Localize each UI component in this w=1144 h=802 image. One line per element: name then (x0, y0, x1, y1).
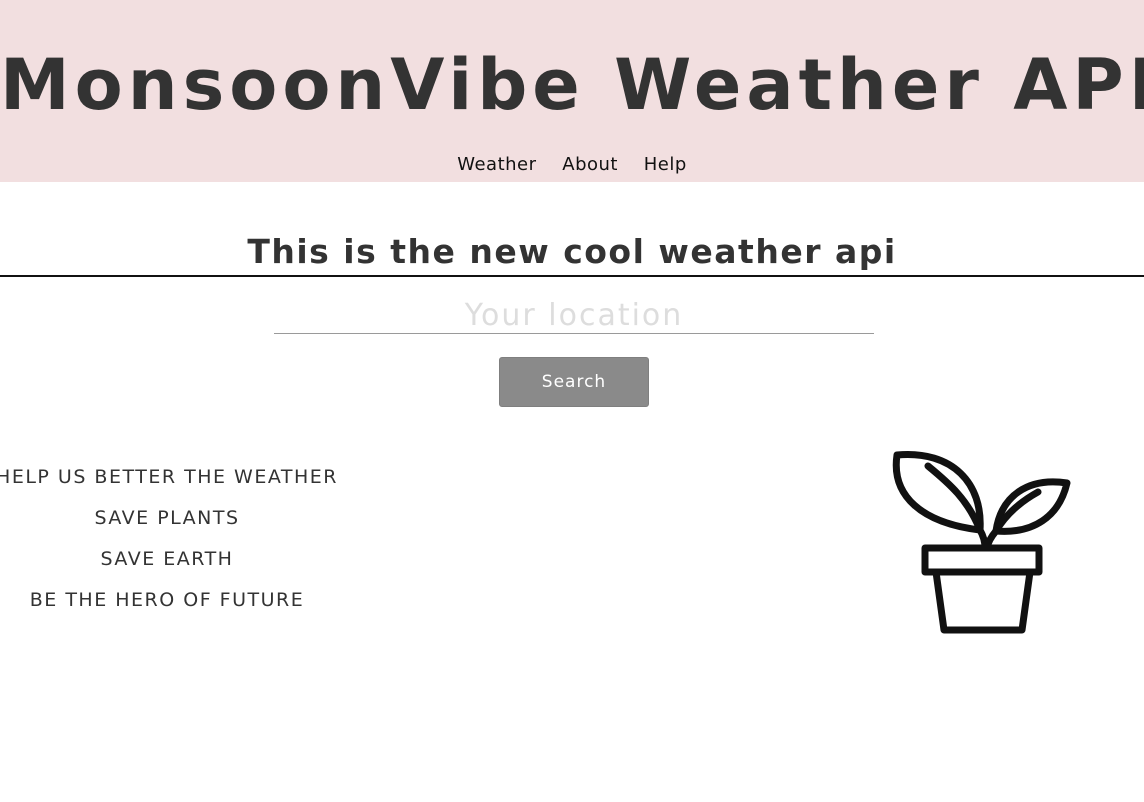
potted-plant-icon (892, 451, 1071, 634)
search-button[interactable]: Search (499, 357, 649, 407)
right-leaf-shape (992, 478, 1071, 535)
left-leaf-shape (892, 451, 984, 534)
location-input[interactable] (274, 298, 874, 334)
site-title: MonsoonVibe Weather API (0, 44, 1144, 126)
divider (0, 275, 1144, 277)
nav-link-weather[interactable]: Weather (457, 152, 536, 178)
slogan-item: HELP US BETTER THE WEATHER (0, 466, 338, 488)
site-header: MonsoonVibe Weather API Weather About He… (0, 0, 1144, 182)
slogan-item: SAVE PLANTS (94, 507, 240, 529)
main-nav: Weather About Help (0, 152, 1144, 178)
pot-body (932, 568, 1034, 634)
page-tagline: This is the new cool weather api (247, 232, 897, 271)
slogan-list: HELP US BETTER THE WEATHER SAVE PLANTS S… (0, 462, 344, 626)
nav-link-about[interactable]: About (562, 152, 618, 178)
pot-rim (921, 544, 1043, 576)
slogan-item: BE THE HERO OF FUTURE (29, 589, 305, 611)
nav-link-help[interactable]: Help (644, 152, 687, 178)
slogan-item: SAVE EARTH (100, 548, 234, 570)
